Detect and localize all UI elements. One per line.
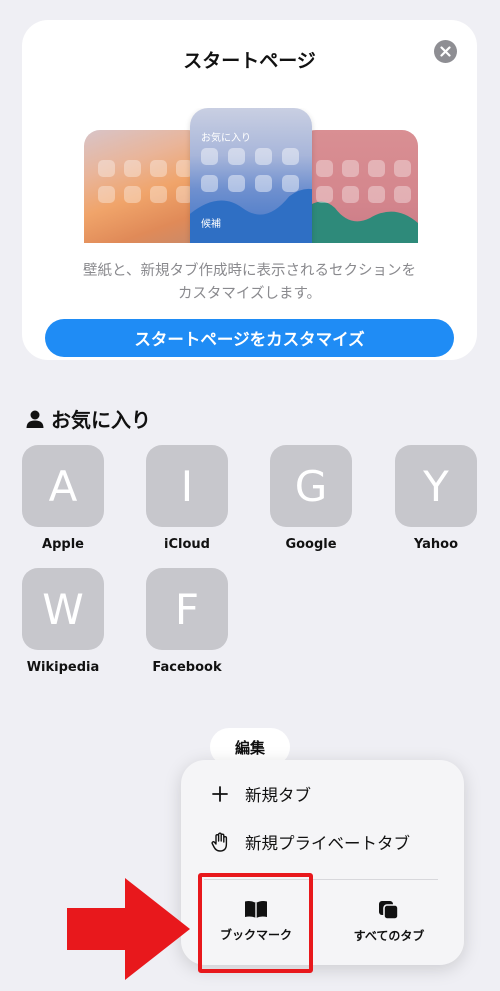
favorite-icloud[interactable]: I iCloud: [137, 445, 237, 552]
preview-wallpaper-center: お気に入り 候補: [190, 108, 312, 243]
favorite-apple[interactable]: A Apple: [13, 445, 113, 552]
hand-icon: [211, 832, 228, 852]
preview-suggestions-label: 候補: [201, 219, 221, 230]
favorite-tile: F: [146, 568, 228, 650]
favorites-header: お気に入り: [25, 404, 151, 433]
close-button[interactable]: [434, 40, 457, 63]
favorite-facebook[interactable]: F Facebook: [137, 568, 237, 675]
start-page-preview: お気に入り 候補: [84, 108, 418, 243]
customize-start-page-button[interactable]: スタートページをカスタマイズ: [45, 319, 454, 357]
favorite-label: Google: [285, 537, 337, 552]
favorite-label: Apple: [42, 537, 84, 552]
plus-icon: [212, 786, 228, 802]
card-title: スタートページ: [183, 50, 316, 72]
favorite-tile: G: [270, 445, 352, 527]
highlight-box: [198, 873, 313, 973]
favorite-label: Wikipedia: [26, 660, 100, 675]
favorites-title: お気に入り: [51, 408, 151, 432]
menu-item-new-tab[interactable]: 新規タブ: [211, 782, 311, 806]
favorite-label: iCloud: [164, 537, 210, 552]
favorite-google[interactable]: G Google: [261, 445, 361, 552]
favorite-tile: A: [22, 445, 104, 527]
preview-favorites-label: お気に入り: [201, 133, 251, 144]
favorite-yahoo[interactable]: Y Yahoo: [386, 445, 486, 552]
favorite-tile: I: [146, 445, 228, 527]
all-tabs-button[interactable]: すべてのタブ: [324, 900, 454, 944]
start-page-card: スタートページ お気に入り 候補 壁紙と、新規タブ作成時に表示されるセクションを…: [22, 20, 477, 360]
preview-wallpaper-left: [84, 130, 204, 243]
all-tabs-label: すべてのタブ: [353, 929, 425, 943]
menu-item-label: 新規プライベートタブ: [245, 834, 410, 853]
favorite-tile: Y: [395, 445, 477, 527]
favorite-tile: W: [22, 568, 104, 650]
menu-item-new-private-tab[interactable]: 新規プライベートタブ: [211, 830, 410, 854]
card-description: 壁紙と、新規タブ作成時に表示されるセクションを カスタマイズします。: [83, 263, 416, 302]
preview-wallpaper-right: [300, 130, 418, 243]
favorite-label: Yahoo: [413, 537, 459, 552]
person-icon: [26, 410, 44, 428]
menu-item-label: 新規タブ: [245, 786, 311, 805]
favorite-wikipedia[interactable]: W Wikipedia: [13, 568, 113, 675]
close-icon: [440, 46, 451, 57]
pointer-arrow: [67, 878, 190, 980]
favorite-label: Facebook: [152, 660, 222, 675]
tabs-overview-icon: [379, 901, 399, 920]
